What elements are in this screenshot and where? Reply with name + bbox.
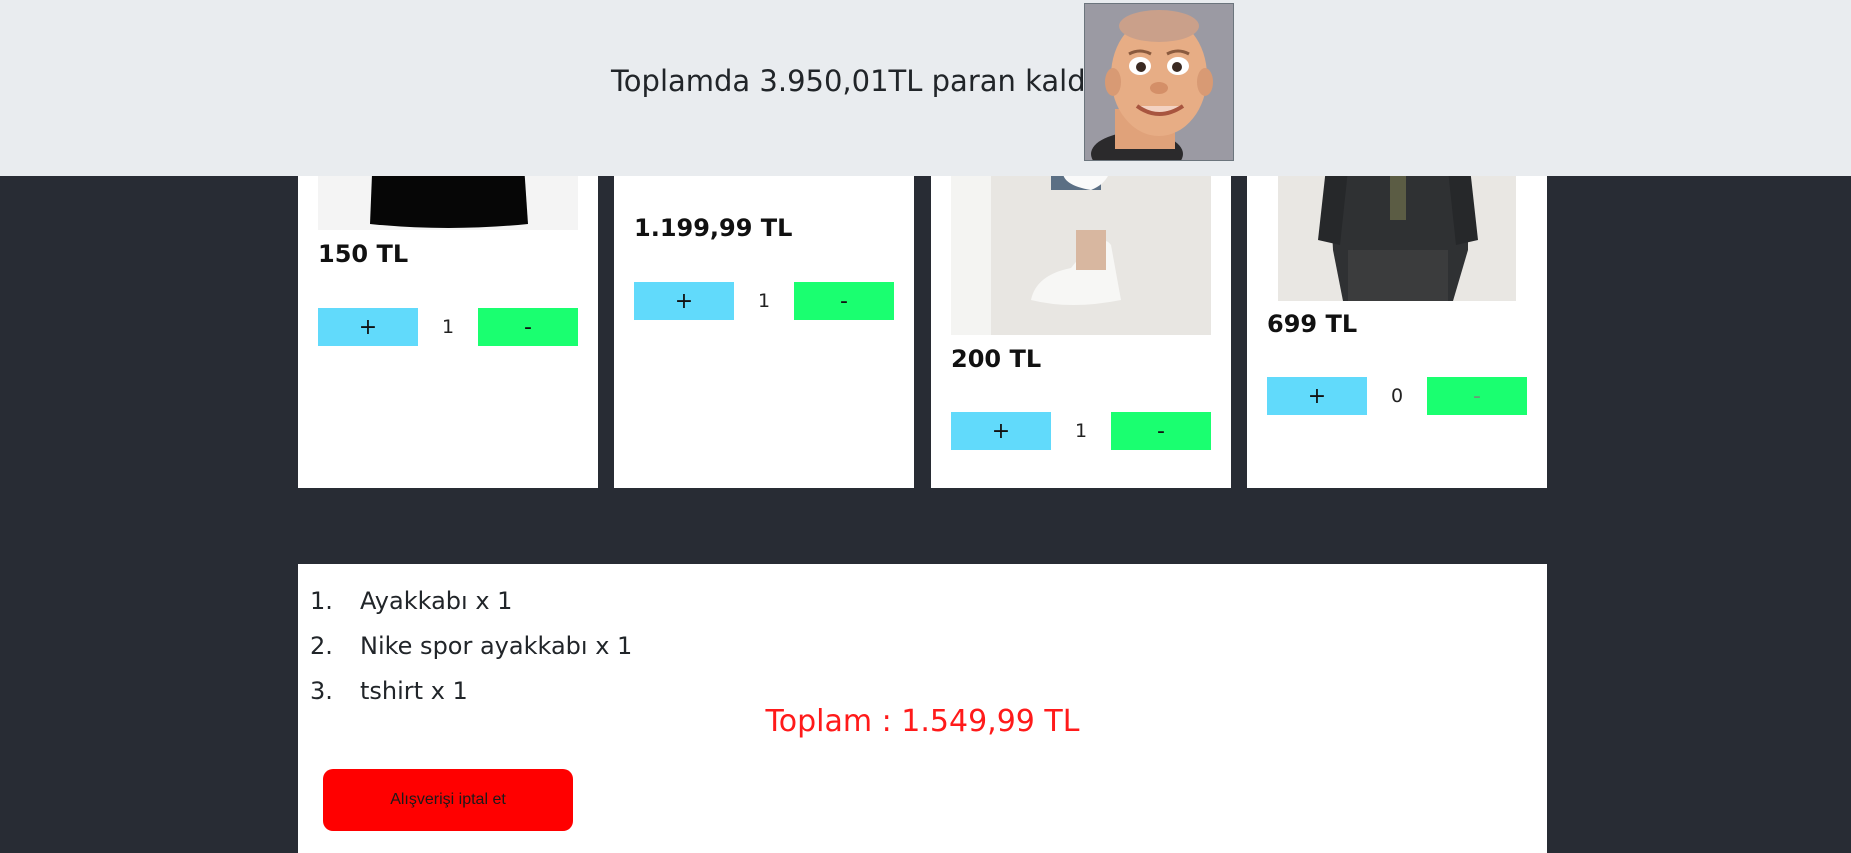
- basket-item-text: tshirt x 1: [360, 676, 468, 705]
- increase-button[interactable]: +: [634, 282, 734, 320]
- basket-item: 2. Nike spor ayakkabı x 1: [310, 623, 632, 668]
- basket-item-text: Ayakkabı x 1: [360, 586, 513, 615]
- product-image: [951, 150, 1211, 335]
- decrease-button[interactable]: -: [794, 282, 894, 320]
- basket-item-text: Nike spor ayakkabı x 1: [360, 631, 633, 660]
- quantity-controls: + 0 -: [1267, 377, 1527, 415]
- quantity-value: 1: [757, 290, 771, 312]
- remaining-money-text: Toplamda 3.950,01TL paran kaldı !: [611, 64, 1115, 98]
- basket-panel: 1. Ayakkabı x 1 2. Nike spor ayakkabı x …: [298, 564, 1547, 853]
- cancel-shopping-button[interactable]: Alışverişi iptal et: [323, 769, 573, 831]
- quantity-value: 0: [1390, 385, 1404, 407]
- basket-item-number: 2.: [310, 631, 333, 660]
- avatar-face-image: [1085, 4, 1233, 160]
- product-card-jacket: 699 TL + 0 -: [1247, 150, 1547, 488]
- product-card-shoe: 200 TL + 1 -: [931, 150, 1231, 488]
- product-card-tshirt: 150 TL + 1 -: [298, 150, 598, 488]
- increase-button[interactable]: +: [951, 412, 1051, 450]
- decrease-button[interactable]: -: [1427, 377, 1527, 415]
- increase-button[interactable]: +: [1267, 377, 1367, 415]
- avatar: [1084, 3, 1234, 161]
- product-price: 150 TL: [318, 240, 409, 268]
- product-price: 200 TL: [951, 345, 1042, 373]
- basket-item-number: 3.: [310, 676, 333, 705]
- product-price: 1.199,99 TL: [634, 214, 793, 242]
- decrease-button[interactable]: -: [1111, 412, 1211, 450]
- quantity-value: 1: [441, 316, 455, 338]
- product-card-nike: 1.199,99 TL + 1 -: [614, 150, 914, 488]
- basket-item: 1. Ayakkabı x 1: [310, 578, 632, 623]
- basket-list: 1. Ayakkabı x 1 2. Nike spor ayakkabı x …: [310, 578, 632, 713]
- quantity-value: 1: [1074, 420, 1088, 442]
- decrease-button[interactable]: -: [478, 308, 578, 346]
- product-price: 699 TL: [1267, 310, 1358, 338]
- quantity-controls: + 1 -: [318, 308, 578, 346]
- header-bar: Toplamda 3.950,01TL paran kaldı !: [0, 0, 1851, 176]
- basket-total: Toplam : 1.549,99 TL: [765, 704, 1080, 739]
- quantity-controls: + 1 -: [951, 412, 1211, 450]
- increase-button[interactable]: +: [318, 308, 418, 346]
- quantity-controls: + 1 -: [634, 282, 894, 320]
- basket-item-number: 1.: [310, 586, 333, 615]
